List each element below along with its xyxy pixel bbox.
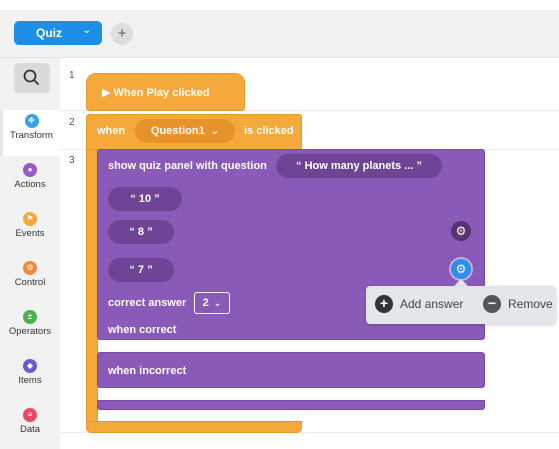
- add-answer-label: Add answer: [400, 297, 464, 311]
- top-bar: Quiz ⌄ +: [0, 10, 559, 58]
- category-operators[interactable]: ± Operators: [0, 306, 60, 352]
- category-label: Data: [19, 424, 41, 435]
- answer-input-1[interactable]: “ 10 ”: [108, 187, 182, 211]
- popup-arrow: [454, 279, 468, 286]
- chevron-down-icon: ⌄: [82, 25, 91, 36]
- category-label: Items: [18, 375, 42, 386]
- chevron-down-icon: ⌄: [213, 297, 222, 308]
- when-incorrect-slot[interactable]: [108, 388, 485, 400]
- category-data[interactable]: ≡ Data: [0, 404, 60, 449]
- when-play-clicked-label: ▶ When Play clicked: [102, 87, 210, 99]
- show-quiz-panel-label: show quiz panel with question: [108, 160, 267, 172]
- category-label: Events: [15, 228, 45, 239]
- when-correct-slot[interactable]: [108, 340, 485, 350]
- answer-input-2[interactable]: “ 8 ”: [108, 220, 174, 244]
- when-clicked-block-foot: [86, 421, 302, 433]
- line-number: 1: [69, 70, 75, 81]
- correct-answer-select[interactable]: 2 ⌄: [194, 292, 230, 314]
- remove-answer-label: Remove: [508, 297, 553, 311]
- when-label: when: [97, 125, 126, 137]
- events-icon: ⚑: [23, 212, 37, 226]
- when-correct-label: when correct: [108, 324, 177, 336]
- answer-options-popup: + Add answer − Remove: [366, 286, 556, 324]
- category-label: Transform: [10, 130, 53, 141]
- operators-icon: ±: [23, 310, 37, 324]
- correct-answer-label: correct answer: [108, 297, 187, 309]
- category-label: Actions: [14, 179, 46, 190]
- control-icon: ⚙: [23, 261, 37, 275]
- category-items[interactable]: ◆ Items: [0, 355, 60, 401]
- transform-icon: ✥: [24, 114, 39, 128]
- gear-icon[interactable]: ⚙: [451, 221, 471, 241]
- object-dropdown-label: Question1: [150, 125, 205, 137]
- chevron-down-icon: ⌄: [210, 125, 220, 137]
- category-label: Operators: [8, 326, 52, 337]
- scene-selector-label: Quiz: [36, 26, 62, 40]
- actions-icon: ●: [23, 163, 37, 177]
- when-incorrect-label: when incorrect: [108, 365, 187, 377]
- correct-answer-value: 2: [202, 297, 209, 309]
- items-icon: ◆: [23, 359, 37, 373]
- category-events[interactable]: ⚑ Events: [0, 208, 60, 254]
- category-transform[interactable]: ✥ Transform: [0, 110, 60, 156]
- is-clicked-label: is clicked: [244, 125, 294, 137]
- remove-answer-button[interactable]: − Remove: [483, 295, 553, 313]
- add-scene-button[interactable]: +: [111, 23, 133, 45]
- quiz-block-foot: [97, 400, 485, 410]
- search-button[interactable]: [14, 63, 50, 93]
- category-label: Control: [14, 277, 46, 288]
- gear-icon-active[interactable]: ⚙: [451, 259, 471, 279]
- question-text-input[interactable]: “ How many planets ... ”: [276, 154, 442, 178]
- add-answer-button[interactable]: + Add answer: [375, 295, 463, 313]
- answer-input-3[interactable]: “ 7 ”: [108, 258, 174, 282]
- object-dropdown[interactable]: Question1 ⌄: [135, 119, 235, 143]
- search-icon: [23, 69, 39, 85]
- category-sidebar: ✥ Transform ● Actions ⚑ Events ⚙ Control…: [0, 58, 60, 449]
- data-icon: ≡: [23, 408, 37, 422]
- category-actions[interactable]: ● Actions: [0, 159, 60, 205]
- scene-selector-button[interactable]: Quiz ⌄: [14, 21, 102, 45]
- plus-icon: +: [375, 295, 393, 313]
- category-control[interactable]: ⚙ Control: [0, 257, 60, 303]
- minus-icon: −: [483, 295, 501, 313]
- line-number: 2: [69, 117, 75, 128]
- app-root: Quiz ⌄ + ✥ Transform ● Actions ⚑ Events …: [0, 0, 559, 449]
- line-number: 3: [69, 155, 75, 166]
